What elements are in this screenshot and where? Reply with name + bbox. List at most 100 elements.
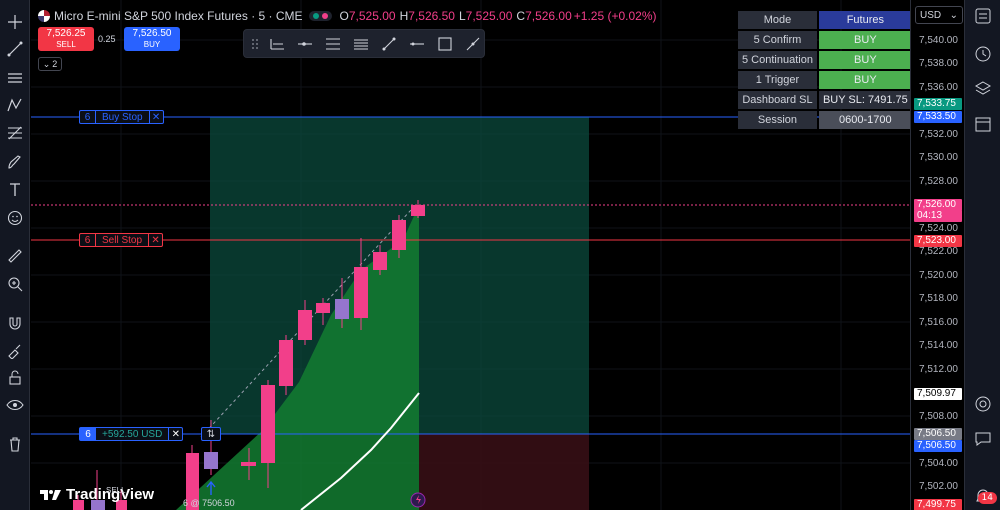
- order-line-icon[interactable]: [266, 33, 288, 55]
- market-status-icon[interactable]: [308, 11, 332, 21]
- dashboard-value: 0600-1700: [818, 111, 912, 129]
- left-drawing-toolbar: [0, 0, 30, 510]
- price-tick: 7,530.00: [919, 152, 958, 163]
- ohlc-high: 7,526.50: [408, 9, 455, 23]
- tradingview-logo[interactable]: TradingView: [40, 486, 154, 503]
- price-tick: 7,508.00: [919, 411, 958, 422]
- ohlc-close: 7,526.00: [525, 9, 572, 23]
- dashboard-value: BUY: [818, 71, 912, 89]
- price-levels-icon[interactable]: [322, 33, 344, 55]
- position-pnl: +592.50 USD: [102, 428, 163, 440]
- parallel-channel-icon[interactable]: [350, 33, 372, 55]
- price-tick: 7,540.00: [919, 35, 958, 46]
- buy-stop-order[interactable]: 6 Buy Stop ✕: [79, 110, 164, 124]
- trash-icon[interactable]: [0, 432, 30, 456]
- dashboard-key: Session: [738, 111, 817, 129]
- price-tick: 7,504.00: [919, 458, 958, 469]
- price-tick: 7,528.00: [919, 176, 958, 187]
- price-tick: 7,538.00: [919, 58, 958, 69]
- pattern-icon[interactable]: [0, 93, 30, 117]
- sell-price: 7,526.25: [46, 28, 86, 39]
- price-tag: 7,506.50: [914, 428, 962, 440]
- notifications-icon[interactable]: 14: [965, 482, 1000, 510]
- reverse-position-button[interactable]: ⇅: [201, 427, 221, 441]
- ruler-icon[interactable]: [0, 244, 30, 268]
- chat-icon[interactable]: [965, 425, 1000, 453]
- buy-button[interactable]: 7,526.50 BUY: [124, 27, 180, 51]
- price-tag: 7,533.50: [914, 111, 962, 123]
- trend-angle-icon[interactable]: [462, 33, 484, 55]
- position-order[interactable]: 6 +592.50 USD ✕: [79, 427, 184, 441]
- line-tool-icon[interactable]: [378, 33, 400, 55]
- horizontal-lines-icon[interactable]: [0, 66, 30, 90]
- layers-icon[interactable]: [965, 75, 1000, 103]
- symbol-title[interactable]: Micro E-mini S&P 500 Index Futures · 5 ·…: [54, 9, 303, 23]
- target-icon[interactable]: [965, 390, 1000, 418]
- dashboard-row: Session 0600-1700: [738, 111, 912, 129]
- trend-line-icon[interactable]: [0, 37, 30, 61]
- price-tag: 7,509.97: [914, 388, 962, 400]
- loss-zone: [419, 434, 589, 510]
- drag-handle-icon[interactable]: [250, 33, 260, 55]
- alerts-icon[interactable]: [965, 40, 1000, 68]
- zoom-in-icon[interactable]: [0, 272, 30, 296]
- price-tick: 7,532.00: [919, 129, 958, 140]
- spread-value: 0.25: [98, 34, 116, 44]
- dashboard-value: BUY: [818, 31, 912, 49]
- watchlist-icon[interactable]: [965, 2, 1000, 30]
- indicators-collapse-button[interactable]: ⌄ 2: [38, 57, 62, 71]
- sell-stop-order[interactable]: 6 Sell Stop ✕: [79, 233, 164, 247]
- chevron-down-icon: ⌄: [42, 58, 51, 69]
- price-scale[interactable]: USD ⌄ 7,540.00 7,538.00 7,536.00 7,532.00 7,…: [910, 0, 964, 510]
- buy-label: BUY: [143, 40, 161, 49]
- close-icon[interactable]: ✕: [148, 234, 162, 246]
- magnet-icon[interactable]: [0, 311, 30, 335]
- text-icon[interactable]: [0, 178, 30, 202]
- currency-select[interactable]: USD ⌄: [915, 6, 963, 24]
- price-tick: 7,516.00: [919, 317, 958, 328]
- dashboard-row: 5 Continuation BUY: [738, 51, 912, 69]
- sell-button[interactable]: 7,526.25 SELL: [38, 27, 94, 51]
- dashboard-row: Mode Futures: [738, 11, 912, 29]
- horizontal-ray-icon[interactable]: [294, 33, 316, 55]
- price-tag: 7,499.75: [914, 499, 962, 510]
- fib-retracement-icon[interactable]: [0, 121, 30, 145]
- floating-drawing-toolbar: [243, 29, 485, 58]
- reverse-icon: ⇅: [206, 428, 216, 440]
- position-qty[interactable]: 6: [80, 428, 96, 440]
- chevron-down-icon: ⌄: [949, 9, 958, 21]
- buy-stop-qty[interactable]: 6: [80, 111, 96, 123]
- crosshair-icon[interactable]: [0, 10, 30, 34]
- price-tick: 7,514.00: [919, 340, 958, 351]
- price-tag: 7,523.00: [914, 235, 962, 247]
- sell-stop-label: Sell Stop: [102, 234, 143, 246]
- price-tick: 7,522.00: [919, 246, 958, 257]
- tradingview-logo-icon: [40, 489, 61, 500]
- notification-count: 14: [977, 492, 997, 504]
- price-tick: 7,518.00: [919, 293, 958, 304]
- dashboard-value: Futures: [818, 11, 912, 29]
- brush-icon[interactable]: [0, 150, 30, 174]
- eye-icon[interactable]: [0, 393, 30, 417]
- sell-marker: SELL: [106, 486, 126, 495]
- calendar-icon[interactable]: [965, 110, 1000, 138]
- right-toolbar: 14: [964, 0, 1000, 510]
- ray-tool-icon[interactable]: [406, 33, 428, 55]
- dashboard-table: Mode Futures 5 Confirm BUY 5 Continuation BUY…: [736, 9, 914, 131]
- close-icon[interactable]: ✕: [168, 428, 182, 440]
- price-tag: 04:13: [914, 210, 962, 222]
- price-tick: 7,512.00: [919, 364, 958, 375]
- lock-drawing-icon[interactable]: [0, 338, 30, 362]
- dashboard-key: 5 Continuation: [738, 51, 817, 69]
- rectangle-tool-icon[interactable]: [434, 33, 456, 55]
- price-tick: 7,502.00: [919, 481, 958, 492]
- dashboard-key: Mode: [738, 11, 817, 29]
- dashboard-value: BUY: [818, 51, 912, 69]
- symbol-header[interactable]: Micro E-mini S&P 500 Index Futures · 5 ·…: [38, 8, 659, 24]
- lock-icon[interactable]: [0, 366, 30, 390]
- emoji-icon[interactable]: [0, 206, 30, 230]
- sell-stop-qty[interactable]: 6: [80, 234, 96, 246]
- ohlc-change: +1.25 (+0.02%): [573, 9, 657, 23]
- close-icon[interactable]: ✕: [148, 111, 163, 123]
- dashboard-key: 5 Confirm: [738, 31, 817, 49]
